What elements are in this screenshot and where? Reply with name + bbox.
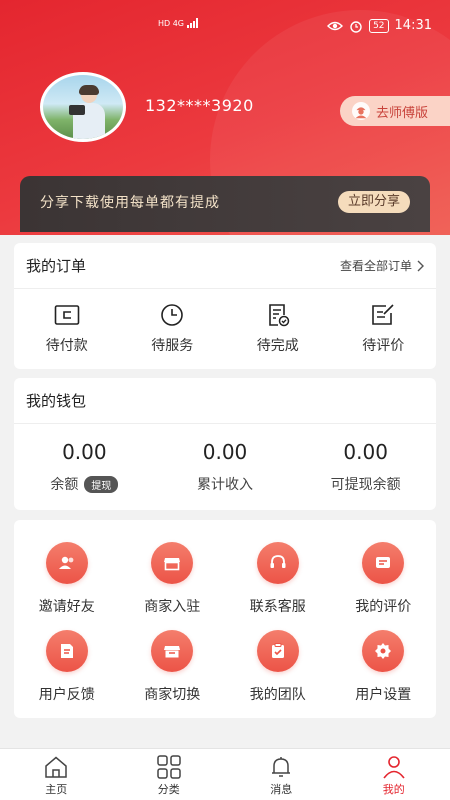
store-icon bbox=[164, 558, 181, 571]
tab-label: 主页 bbox=[45, 783, 68, 796]
avatar[interactable] bbox=[40, 72, 126, 142]
tab-label: 消息 bbox=[270, 783, 293, 796]
wallet-total-income[interactable]: 0.00 累计收入 bbox=[155, 440, 296, 494]
order-pending-review[interactable]: 待评价 bbox=[331, 303, 437, 355]
service-merchant-join[interactable]: 商家入驻 bbox=[120, 542, 226, 630]
feedback-icon bbox=[60, 644, 73, 658]
service-label: 商家入驻 bbox=[144, 599, 201, 615]
alarm-icon bbox=[350, 20, 362, 33]
service-user-feedback[interactable]: 用户反馈 bbox=[14, 630, 120, 718]
order-pending-service[interactable]: 待服务 bbox=[120, 303, 226, 355]
worker-icon bbox=[352, 102, 370, 120]
phone-number: 132****3920 bbox=[145, 96, 254, 115]
eye-icon bbox=[327, 21, 344, 30]
wallet-icon bbox=[54, 305, 80, 325]
switch-store-icon bbox=[164, 646, 181, 658]
service-invite-friends[interactable]: 邀请好友 bbox=[14, 542, 120, 630]
view-all-orders-label: 查看全部订单 bbox=[339, 259, 412, 273]
tab-messages[interactable]: 消息 bbox=[225, 749, 338, 800]
team-icon bbox=[271, 643, 284, 658]
orders-card: 我的订单 查看全部订单 待付款 待服务 待完成 待评价 bbox=[14, 243, 436, 369]
balance-label: 余额 bbox=[50, 477, 79, 493]
wallet-balance[interactable]: 0.00 余额 提现 bbox=[14, 440, 155, 494]
chevron-right-icon bbox=[417, 260, 424, 271]
order-pending-payment[interactable]: 待付款 bbox=[14, 303, 120, 355]
signal-icon bbox=[187, 18, 199, 28]
services-card: 邀请好友 商家入驻 联系客服 我的评价 用户反馈 商家切换 我的团队 用户设置 bbox=[14, 520, 436, 718]
service-label: 商家切换 bbox=[144, 687, 201, 703]
share-now-button[interactable]: 立即分享 bbox=[337, 191, 410, 213]
share-banner: 分享下载使用每单都有提成 立即分享 bbox=[20, 176, 430, 232]
network-indicator: HD 4G bbox=[158, 18, 201, 28]
mentor-button-label: 去师傅版 bbox=[376, 105, 429, 121]
mentor-version-button[interactable]: 去师傅版 bbox=[340, 96, 450, 126]
order-pending-completion[interactable]: 待完成 bbox=[225, 303, 331, 355]
bottom-tab-bar: 主页 分类 消息 我的 bbox=[0, 748, 450, 800]
service-switch-merchant[interactable]: 商家切换 bbox=[120, 630, 226, 718]
headset-icon bbox=[270, 555, 286, 568]
total-income-value: 0.00 bbox=[202, 440, 248, 464]
bell-icon bbox=[272, 757, 291, 777]
grid-icon bbox=[157, 755, 181, 779]
service-label: 我的评价 bbox=[355, 599, 412, 615]
service-label: 联系客服 bbox=[249, 599, 306, 615]
wallet-withdrawable[interactable]: 0.00 可提现余额 bbox=[295, 440, 436, 494]
order-pending-payment-label: 待付款 bbox=[45, 338, 88, 354]
withdrawable-label: 可提现余额 bbox=[330, 477, 401, 493]
service-my-team[interactable]: 我的团队 bbox=[225, 630, 331, 718]
clock-icon bbox=[161, 304, 184, 326]
tab-mine[interactable]: 我的 bbox=[338, 749, 450, 800]
tab-home[interactable]: 主页 bbox=[0, 749, 113, 800]
service-label: 我的团队 bbox=[249, 687, 306, 703]
service-customer-support[interactable]: 联系客服 bbox=[225, 542, 331, 630]
service-label: 用户反馈 bbox=[38, 687, 95, 703]
order-pending-service-label: 待服务 bbox=[151, 338, 194, 354]
tab-category[interactable]: 分类 bbox=[113, 749, 226, 800]
edit-icon bbox=[372, 304, 394, 325]
tab-label: 我的 bbox=[382, 783, 405, 796]
network-label: HD 4G bbox=[158, 18, 185, 28]
wallet-card: 我的钱包 0.00 余额 提现 0.00 累计收入 0.00 可提现余额 bbox=[14, 378, 436, 510]
orders-title: 我的订单 bbox=[26, 257, 87, 275]
comment-icon bbox=[376, 557, 391, 568]
user-icon bbox=[383, 756, 405, 779]
service-user-settings[interactable]: 用户设置 bbox=[331, 630, 437, 718]
users-icon bbox=[58, 556, 74, 569]
share-banner-text: 分享下载使用每单都有提成 bbox=[40, 195, 220, 211]
battery-icon: 52 bbox=[369, 18, 389, 33]
balance-value: 0.00 bbox=[62, 440, 107, 464]
total-income-label: 累计收入 bbox=[197, 477, 253, 493]
document-check-icon bbox=[268, 304, 289, 327]
withdrawable-value: 0.00 bbox=[343, 440, 388, 464]
home-icon bbox=[45, 756, 67, 778]
tab-label: 分类 bbox=[157, 783, 180, 796]
view-all-orders-link[interactable]: 查看全部订单 bbox=[340, 257, 424, 274]
withdraw-button[interactable]: 提现 bbox=[84, 475, 119, 493]
order-pending-review-label: 待评价 bbox=[362, 338, 405, 354]
order-pending-completion-label: 待完成 bbox=[256, 338, 299, 354]
status-bar: HD 4G 52 14:31 bbox=[0, 0, 450, 52]
service-my-reviews[interactable]: 我的评价 bbox=[331, 542, 437, 630]
wallet-title: 我的钱包 bbox=[26, 392, 87, 410]
clock-time: 14:31 bbox=[394, 18, 432, 33]
service-label: 用户设置 bbox=[355, 687, 412, 703]
service-label: 邀请好友 bbox=[38, 599, 95, 615]
settings-icon bbox=[375, 643, 392, 659]
